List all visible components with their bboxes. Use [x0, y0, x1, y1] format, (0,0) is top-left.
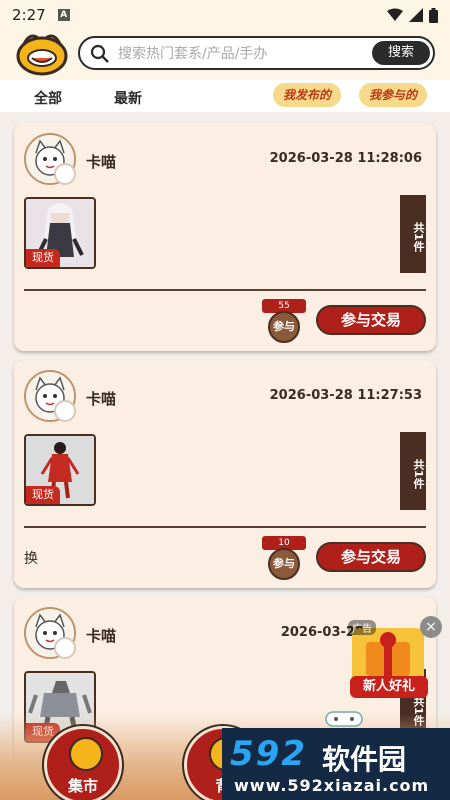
gamepad-icon [325, 711, 363, 727]
nav-market-label: 集市 [67, 777, 98, 795]
status-icons [387, 7, 438, 23]
join-badge: 参与 [268, 311, 300, 343]
status-notification-icon: A [57, 9, 70, 21]
watermark-url: www.592xiazai.com [234, 776, 430, 795]
product-thumbnail[interactable]: 现货 [24, 434, 96, 506]
ad-text: 新人好礼 [350, 676, 428, 698]
stock-tag: 现货 [26, 486, 60, 504]
divider [24, 526, 426, 528]
header: 搜索 [0, 30, 450, 80]
join-trade-button[interactable]: 参与交易 [316, 542, 426, 572]
watermark-logo: 592 软件园 www.592xiazai.com [222, 728, 450, 800]
product-thumbnail[interactable]: 现货 [24, 197, 96, 269]
post-note: 换 [24, 551, 38, 567]
avatar-badge-icon [54, 637, 76, 659]
app-logo-icon[interactable] [16, 30, 68, 76]
search-icon [90, 44, 109, 63]
join-trade-button[interactable]: 参与交易 [316, 305, 426, 335]
avatar-badge-icon [54, 163, 76, 185]
ad-close-button[interactable]: × [420, 616, 442, 638]
my-joined-button[interactable]: 我参与的 [359, 83, 428, 107]
join-badge: 参与 [268, 548, 300, 580]
tab-latest[interactable]: 最新 [114, 88, 142, 108]
post-timestamp: 2026-03-28 11:27:53 [269, 388, 422, 403]
search-input[interactable] [118, 43, 358, 65]
watermark-name: 软件园 [322, 743, 407, 776]
avatar-badge-icon [54, 400, 76, 422]
watermark-number: 592 [230, 734, 307, 774]
view-all-items-button[interactable]: 共1件 [400, 432, 426, 510]
ad-label: 广告 [348, 620, 376, 635]
promo-ad[interactable]: 广告 × 新人好礼 [346, 616, 442, 702]
username[interactable]: 卡喵 [86, 151, 116, 172]
my-posted-button[interactable]: 我发布的 [273, 83, 342, 107]
battery-icon [429, 7, 438, 23]
divider [24, 289, 426, 291]
stock-tag: 现货 [26, 249, 60, 267]
status-bar: 2:27 A [0, 0, 450, 30]
status-time: 2:27 [12, 6, 46, 24]
post-timestamp: 2026-03-28 11:28:06 [269, 151, 422, 166]
filter-tabs: 全部 最新 我发布的 我参与的 [0, 80, 450, 112]
tab-all[interactable]: 全部 [34, 88, 62, 108]
post-card[interactable]: 卡喵 2026-03-28 11:27:53 现货 共1件 换 10 参与 参与… [14, 360, 436, 588]
signal-icon [409, 8, 423, 22]
post-card[interactable]: 卡喵 2026-03-28 11:28:06 现货 共1件 55 参与 参与交易 [14, 123, 436, 351]
search-button[interactable]: 搜索 [372, 41, 430, 65]
search-bar[interactable]: 搜索 [78, 36, 435, 70]
nav-market-button[interactable]: 集市 [44, 726, 122, 800]
wifi-icon [387, 8, 403, 21]
username[interactable]: 卡喵 [86, 388, 116, 409]
username[interactable]: 卡喵 [86, 625, 116, 646]
market-mascot-icon [69, 737, 103, 771]
view-all-items-button[interactable]: 共1件 [400, 195, 426, 273]
